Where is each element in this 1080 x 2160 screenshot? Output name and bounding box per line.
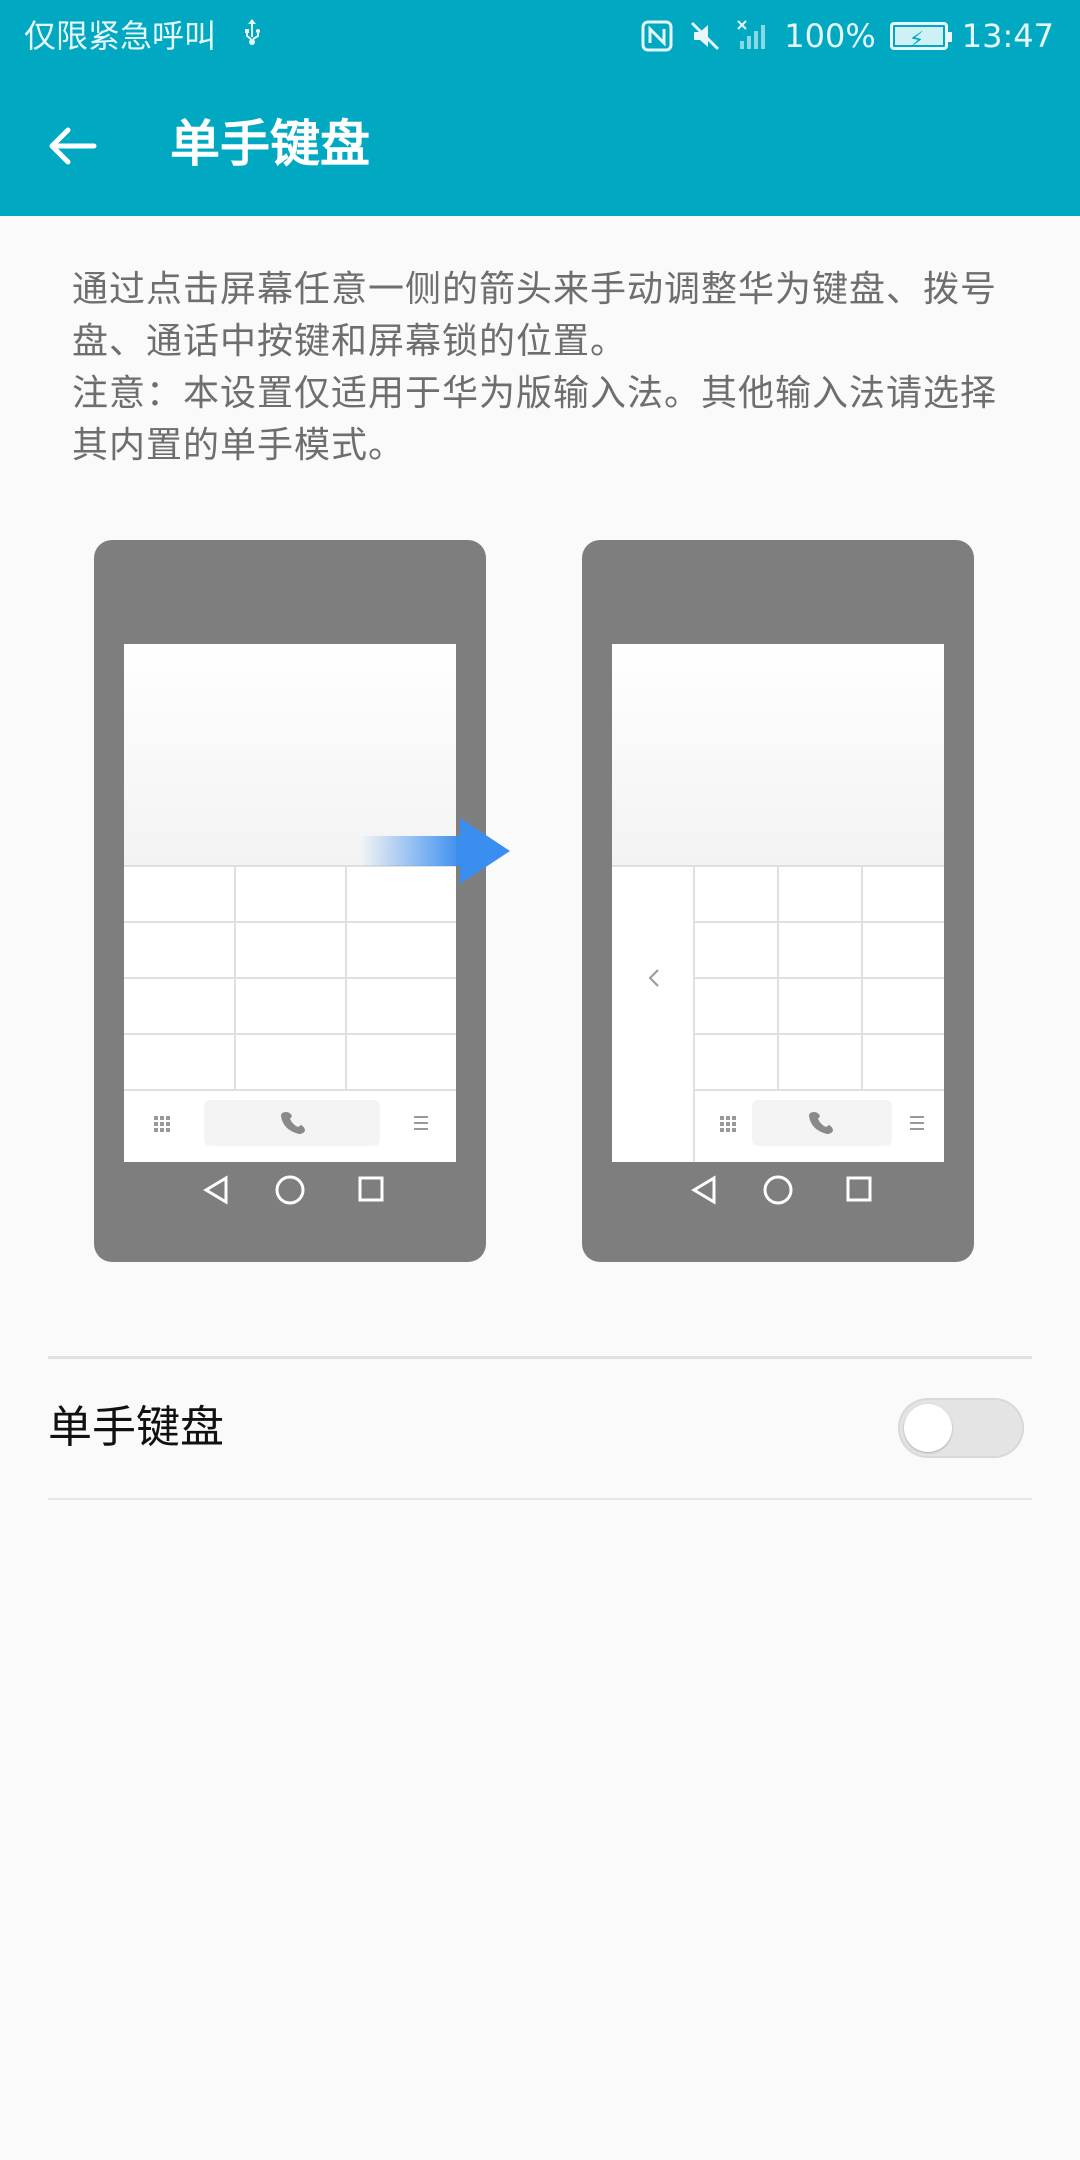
status-right: 100% ⚡ 13:47 (640, 14, 1054, 58)
nfc-icon (640, 19, 674, 53)
toggle-knob (904, 1404, 952, 1452)
emergency-only-text: 仅限紧急呼叫 (24, 17, 217, 55)
status-left: 仅限紧急呼叫 (24, 16, 264, 56)
phone-illustration-right (582, 540, 974, 1262)
phone-illustration-left (94, 540, 486, 1262)
arrow-left-icon (49, 127, 97, 165)
back-button[interactable] (40, 114, 120, 178)
description: 通过点击屏幕任意一侧的箭头来手动调整华为键盘、拨号盘、通话中按键和屏幕锁的位置。… (72, 264, 1012, 472)
description-line-2: 注意：本设置仅适用于华为版输入法。其他输入法请选择其内置的单手模式。 (72, 373, 998, 466)
one-hand-illustration (90, 536, 990, 1266)
page-title: 单手键盘 (170, 115, 370, 173)
one-hand-keyboard-toggle[interactable] (898, 1398, 1024, 1458)
one-hand-keyboard-setting-row[interactable]: 单手键盘 (48, 1360, 1032, 1498)
usb-icon (240, 17, 264, 55)
battery-percent: 100% (784, 17, 876, 55)
divider-top (48, 1356, 1032, 1359)
title-bar: 单手键盘 (0, 72, 1080, 216)
battery-icon: ⚡ (889, 22, 952, 53)
description-line-1: 通过点击屏幕任意一侧的箭头来手动调整华为键盘、拨号盘、通话中按键和屏幕锁的位置。 (72, 269, 998, 362)
one-hand-keyboard-label: 单手键盘 (48, 1402, 224, 1453)
time: 13:47 (961, 17, 1054, 55)
status-bar: 仅限紧急呼叫 100% ⚡ 13:47 (0, 0, 1080, 72)
signal-icon (736, 19, 770, 53)
divider-bottom (48, 1498, 1032, 1500)
mute-icon (688, 19, 722, 53)
